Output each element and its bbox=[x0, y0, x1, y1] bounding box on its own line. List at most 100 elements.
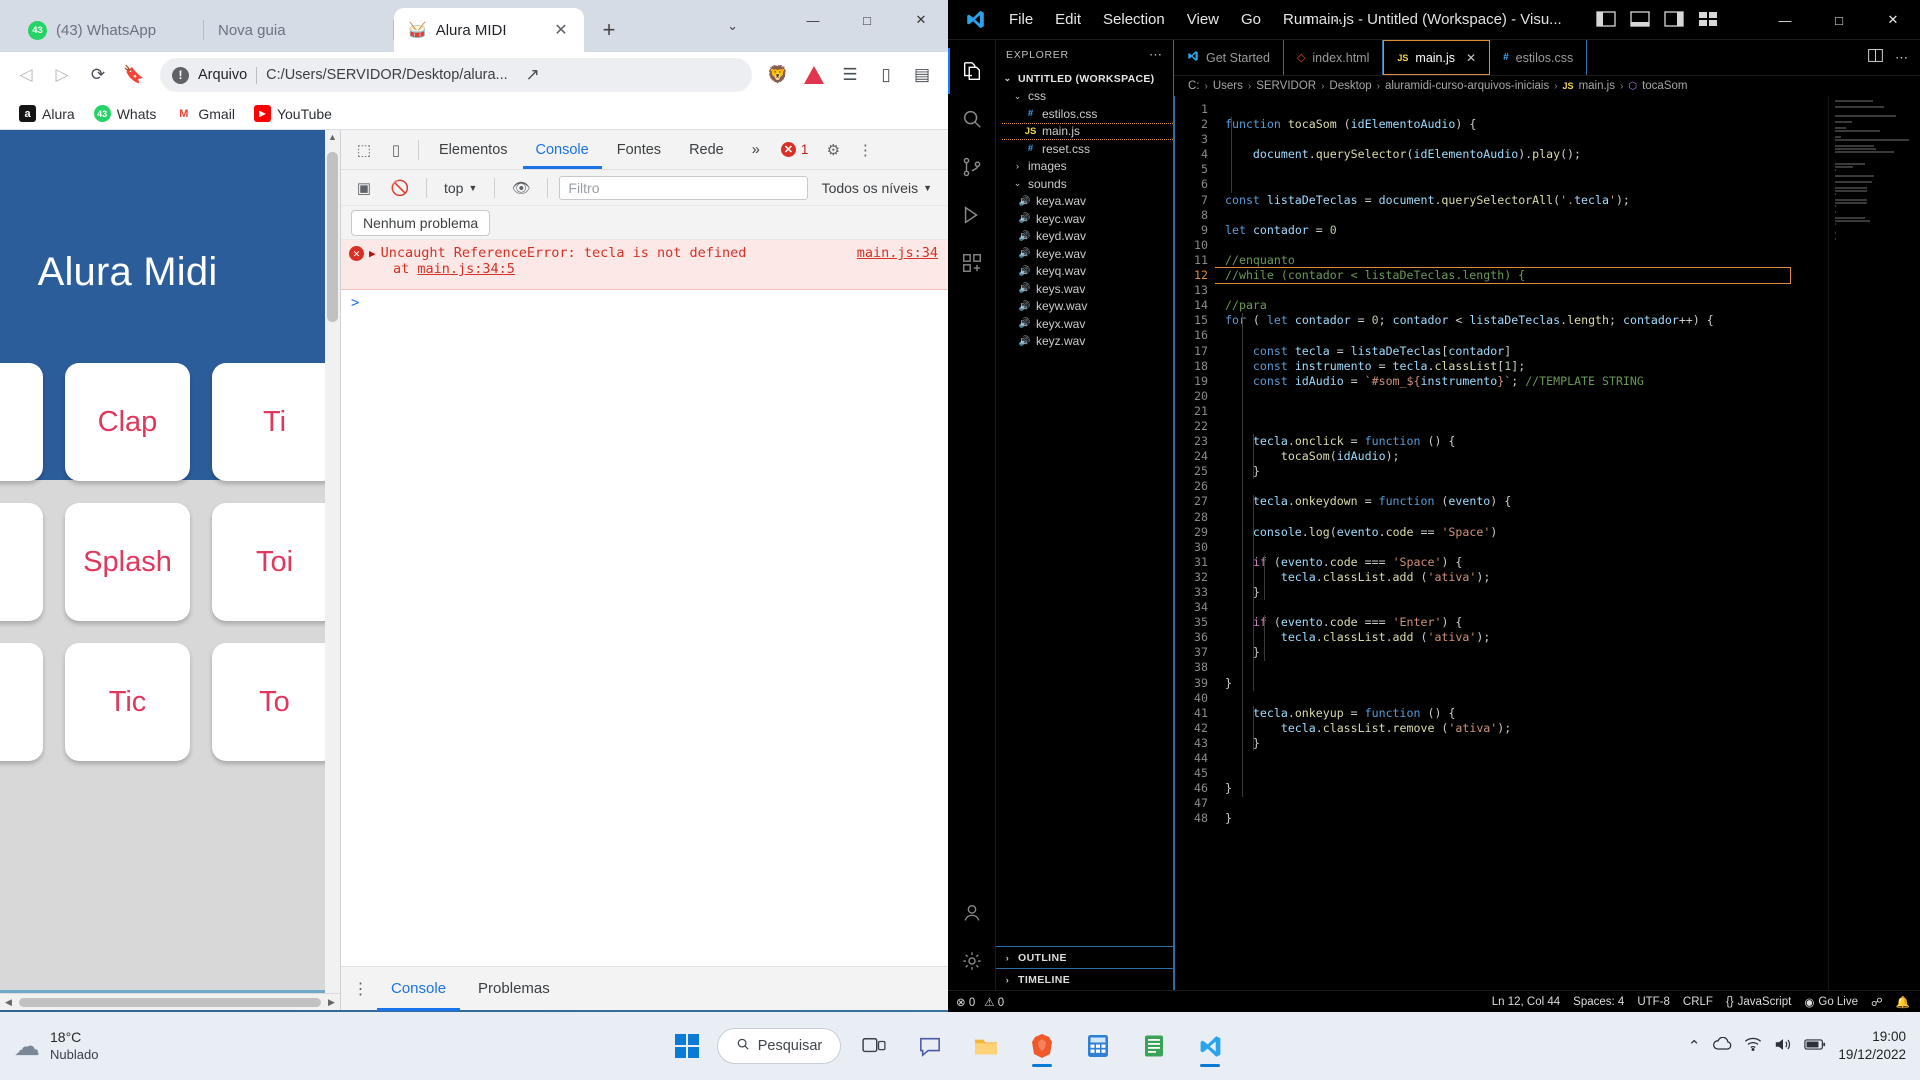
status-cursor-position[interactable]: Ln 12, Col 44 bbox=[1492, 996, 1560, 1008]
code-line[interactable] bbox=[1225, 102, 1920, 117]
run-debug-icon[interactable] bbox=[948, 192, 996, 238]
taskbar-vscode[interactable] bbox=[1187, 1023, 1233, 1069]
taskbar-notepad[interactable] bbox=[1131, 1023, 1177, 1069]
code-line[interactable] bbox=[1225, 796, 1920, 811]
sidebar-section-outline[interactable]: › OUTLINE bbox=[996, 946, 1173, 968]
panel-right-icon[interactable] bbox=[1664, 10, 1686, 29]
bookmark-whats[interactable]: 43 Whats bbox=[87, 102, 164, 125]
maximize-button[interactable]: □ bbox=[840, 0, 894, 40]
tree-file-keye-wav[interactable]: 🔊 keye.wav bbox=[996, 245, 1173, 263]
menu-file[interactable]: File bbox=[998, 7, 1044, 32]
close-button[interactable]: ✕ bbox=[1866, 0, 1920, 40]
midi-key[interactable]: uff bbox=[0, 503, 43, 621]
feedback-icon[interactable]: ☍ bbox=[1871, 995, 1883, 1009]
taskbar-clock[interactable]: 19:00 19/12/2022 bbox=[1838, 1028, 1906, 1063]
code-line[interactable] bbox=[1225, 766, 1920, 781]
menu-view[interactable]: View bbox=[1176, 7, 1230, 32]
inspect-element-icon[interactable]: ⬚ bbox=[349, 135, 379, 165]
drawer-tab-console[interactable]: Console bbox=[377, 967, 460, 1011]
panel-left-icon[interactable] bbox=[1596, 10, 1618, 29]
devtools-tab-rede[interactable]: Rede bbox=[676, 131, 737, 169]
search-icon[interactable] bbox=[948, 96, 996, 142]
code-line[interactable]: tecla.classList.add ('ativa'); bbox=[1225, 570, 1920, 585]
scrollbar-thumb[interactable] bbox=[327, 152, 338, 322]
editor-tab-main-js[interactable]: JS main.js ✕ bbox=[1383, 40, 1491, 75]
menu-more-icon[interactable]: ⋯ bbox=[1322, 7, 1359, 33]
code-line[interactable]: let contador = 0 bbox=[1225, 223, 1920, 238]
devtools-more-tabs-icon[interactable]: » bbox=[739, 131, 773, 169]
code-line[interactable]: } bbox=[1225, 811, 1920, 826]
code-line[interactable]: console.log(evento.code == 'Space') bbox=[1225, 525, 1920, 540]
new-tab-button[interactable]: + bbox=[592, 13, 626, 47]
code-line[interactable]: //para bbox=[1225, 298, 1920, 313]
code-line[interactable]: } bbox=[1225, 645, 1920, 660]
tree-file-keyc-wav[interactable]: 🔊 keyc.wav bbox=[996, 210, 1173, 228]
wifi-icon[interactable] bbox=[1744, 1037, 1762, 1055]
tree-file-estilos-css[interactable]: # estilos.css bbox=[996, 105, 1173, 123]
tree-root-workspace[interactable]: ⌄ UNTITLED (WORKSPACE) bbox=[996, 70, 1173, 88]
drawer-tab-problemas[interactable]: Problemas bbox=[464, 967, 564, 1011]
code-line[interactable]: } bbox=[1225, 585, 1920, 600]
tree-file-main-js[interactable]: JS main.js bbox=[996, 122, 1173, 140]
reading-list-icon[interactable]: ☰ bbox=[834, 59, 866, 91]
tree-file-keyz-wav[interactable]: 🔊 keyz.wav bbox=[996, 333, 1173, 351]
breadcrumb-item[interactable]: tocaSom bbox=[1642, 80, 1687, 92]
code-line[interactable]: } bbox=[1225, 676, 1920, 691]
code-line[interactable] bbox=[1225, 283, 1920, 298]
code-line[interactable]: } bbox=[1225, 781, 1920, 796]
page-vertical-scrollbar[interactable]: ▲ bbox=[325, 130, 340, 993]
code-line[interactable]: //while (contador < listaDeTeclas.length… bbox=[1215, 267, 1791, 285]
close-button[interactable]: ✕ bbox=[894, 0, 948, 40]
tree-file-reset-css[interactable]: # reset.css bbox=[996, 140, 1173, 158]
log-levels-select[interactable]: Todos os níveis ▼ bbox=[814, 180, 940, 196]
code-line[interactable] bbox=[1225, 328, 1920, 343]
bookmark-alura[interactable]: a Alura bbox=[12, 102, 82, 125]
kebab-menu-icon[interactable]: ⋮ bbox=[850, 135, 880, 165]
close-icon[interactable]: ✕ bbox=[552, 20, 570, 40]
browser-tab-novaguia[interactable]: Nova guia bbox=[204, 8, 394, 52]
midi-key[interactable]: Clap bbox=[65, 363, 190, 481]
status-encoding[interactable]: UTF-8 bbox=[1637, 996, 1670, 1008]
code-line[interactable]: for ( let contador = 0; contador < lista… bbox=[1225, 313, 1920, 328]
status-go-live[interactable]: ◉ Go Live bbox=[1804, 995, 1858, 1009]
code-line[interactable]: const instrumento = tecla.classList[1]; bbox=[1225, 359, 1920, 374]
code-line[interactable]: } bbox=[1225, 736, 1920, 751]
breadcrumb-item[interactable]: SERVIDOR bbox=[1256, 80, 1316, 92]
code-line[interactable] bbox=[1225, 389, 1920, 404]
code-line[interactable] bbox=[1225, 177, 1920, 192]
volume-icon[interactable] bbox=[1774, 1037, 1792, 1056]
reload-icon[interactable]: ⟳ bbox=[82, 59, 114, 91]
status-indentation[interactable]: Spaces: 4 bbox=[1573, 996, 1624, 1008]
brave-shield-icon[interactable]: 🦁 bbox=[762, 59, 794, 91]
code-line[interactable] bbox=[1225, 540, 1920, 555]
stack-link[interactable]: main.js:34:5 bbox=[417, 261, 515, 277]
midi-key[interactable]: sh bbox=[0, 643, 43, 761]
battery-icon[interactable] bbox=[1804, 1038, 1826, 1055]
device-toolbar-icon[interactable]: ▯ bbox=[381, 135, 411, 165]
minimize-button[interactable]: — bbox=[1758, 0, 1812, 40]
code-line[interactable] bbox=[1225, 404, 1920, 419]
editor-tab-estilos-css[interactable]: # estilos.css bbox=[1490, 40, 1588, 75]
forward-arrow-icon[interactable]: ▷ bbox=[46, 59, 78, 91]
code-line[interactable]: if (evento.code === 'Enter') { bbox=[1225, 615, 1920, 630]
bell-icon[interactable]: 🔔 bbox=[1896, 995, 1910, 1009]
scroll-right-icon[interactable]: ▶ bbox=[323, 997, 340, 1008]
back-arrow-icon[interactable]: ◁ bbox=[10, 59, 42, 91]
onedrive-icon[interactable] bbox=[1712, 1036, 1732, 1055]
minimap[interactable] bbox=[1828, 96, 1920, 990]
tree-file-keyw-wav[interactable]: 🔊 keyw.wav bbox=[996, 298, 1173, 316]
windows-start-icon[interactable] bbox=[667, 1026, 707, 1066]
clear-console-icon[interactable]: 🚫 bbox=[385, 173, 415, 203]
sidebar-section-timeline[interactable]: › TIMELINE bbox=[996, 968, 1173, 990]
devtools-tab-elementos[interactable]: Elementos bbox=[426, 131, 521, 169]
status-language-mode[interactable]: {} JavaScript bbox=[1726, 996, 1791, 1008]
breadcrumb-item[interactable]: C: bbox=[1188, 80, 1200, 92]
chevron-up-icon[interactable]: ⌃ bbox=[1688, 1037, 1701, 1055]
scroll-left-icon[interactable]: ◀ bbox=[0, 997, 17, 1008]
menu-go[interactable]: Go bbox=[1230, 7, 1272, 32]
close-icon[interactable]: ✕ bbox=[1466, 51, 1476, 65]
scrollbar-thumb[interactable] bbox=[19, 997, 321, 1007]
console-input-prompt[interactable]: > bbox=[341, 290, 948, 316]
taskbar-brave[interactable] bbox=[1019, 1023, 1065, 1069]
scroll-up-icon[interactable]: ▲ bbox=[325, 132, 340, 142]
